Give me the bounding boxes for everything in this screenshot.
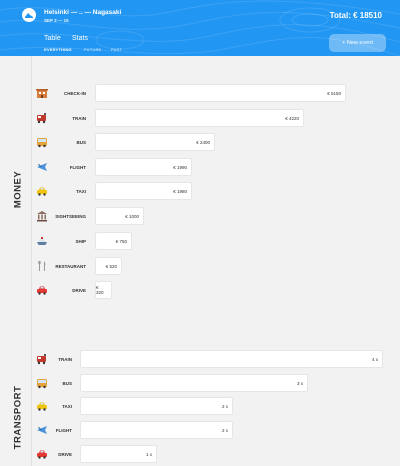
app-header: Helsinki — .. — Nagasaki SEP 3 — 15 Tota… bbox=[0, 0, 400, 56]
filter-everything[interactable]: EVERYTHING bbox=[44, 47, 72, 52]
bus-icon bbox=[37, 379, 47, 389]
money-bar-checkin: € 5150 bbox=[95, 84, 346, 102]
transport-row-train: TRAIN 4 x bbox=[0, 350, 400, 368]
car-icon bbox=[37, 450, 47, 459]
money-label: DRIVE bbox=[72, 288, 86, 293]
transport-label: DRIVE bbox=[58, 452, 72, 457]
money-label: TRAIN bbox=[72, 116, 86, 121]
transport-row-flight: FLIGHT 2 x bbox=[0, 421, 400, 439]
transport-bar-taxi: 2 x bbox=[80, 397, 233, 415]
money-label: SIGHTSEEING bbox=[55, 214, 86, 219]
money-row-checkin: CHECK-IN € 5150 bbox=[0, 84, 400, 102]
train-icon bbox=[37, 354, 46, 365]
money-label: CHECK-IN bbox=[64, 91, 86, 96]
trip-dates: SEP 3 — 15 bbox=[44, 18, 69, 23]
trip-logo-icon bbox=[25, 13, 33, 18]
money-bar-ship: € 750 bbox=[95, 232, 132, 250]
bus-icon bbox=[37, 138, 47, 148]
money-label: TAXI bbox=[76, 189, 86, 194]
money-label: RESTAURANT bbox=[55, 264, 86, 269]
money-row-restaurant: RESTAURANT € 520 bbox=[0, 257, 400, 275]
transport-section-label: TRANSPORT bbox=[12, 385, 24, 450]
transport-row-bus: BUS 3 x bbox=[0, 374, 400, 392]
tab-stats[interactable]: Stats bbox=[72, 35, 88, 42]
hotel-icon bbox=[36, 89, 48, 98]
transport-bar-bus: 3 x bbox=[80, 374, 308, 392]
money-bar-flight: € 1990 bbox=[95, 158, 192, 176]
transport-row-taxi: TAXI 2 x bbox=[0, 397, 400, 415]
money-label: FLIGHT bbox=[69, 165, 86, 170]
filter-future[interactable]: FUTURE bbox=[84, 47, 101, 52]
money-bar-train: € 4220 bbox=[95, 109, 304, 127]
money-row-bus: BUS € 2400 bbox=[0, 133, 400, 151]
transport-label: FLIGHT bbox=[55, 428, 72, 433]
app-logo[interactable] bbox=[22, 8, 36, 22]
tab-table[interactable]: Table bbox=[44, 35, 61, 42]
transport-label: TRAIN bbox=[58, 357, 72, 362]
money-row-drive: DRIVE € 320 bbox=[0, 281, 400, 299]
car-icon bbox=[37, 286, 47, 295]
money-bar-sightseeing: € 1000 bbox=[95, 207, 144, 225]
money-row-train: TRAIN € 4220 bbox=[0, 109, 400, 127]
money-row-ship: SHIP € 750 bbox=[0, 232, 400, 250]
money-bar-bus: € 2400 bbox=[95, 133, 215, 151]
transport-label: TAXI bbox=[62, 404, 72, 409]
ship-icon bbox=[37, 237, 47, 245]
money-label: SHIP bbox=[75, 239, 86, 244]
airplane-icon bbox=[37, 163, 47, 171]
taxi-icon bbox=[37, 402, 47, 411]
museum-icon bbox=[37, 211, 47, 222]
transport-bar-train: 4 x bbox=[80, 350, 383, 368]
taxi-icon bbox=[37, 187, 47, 196]
money-row-sightseeing: SIGHTSEEING € 1000 bbox=[0, 207, 400, 225]
transport-label: BUS bbox=[62, 381, 72, 386]
trip-total: Total: € 18510 bbox=[329, 11, 382, 20]
money-row-flight: FLIGHT € 1990 bbox=[0, 158, 400, 176]
fork-knife-icon bbox=[38, 261, 46, 271]
airplane-icon bbox=[37, 426, 47, 434]
filter-past[interactable]: PAST bbox=[111, 47, 122, 52]
trip-title[interactable]: Helsinki — .. — Nagasaki bbox=[44, 9, 121, 16]
new-event-button[interactable]: + New event bbox=[329, 34, 386, 52]
money-label: BUS bbox=[76, 140, 86, 145]
transport-bar-drive: 1 x bbox=[80, 445, 157, 463]
money-bar-restaurant: € 520 bbox=[95, 257, 122, 275]
money-row-taxi: TAXI € 1980 bbox=[0, 182, 400, 200]
money-bar-drive: € 320 bbox=[95, 281, 112, 299]
transport-row-drive: DRIVE 1 x bbox=[0, 445, 400, 463]
money-bar-taxi: € 1980 bbox=[95, 182, 192, 200]
train-icon bbox=[37, 113, 46, 124]
transport-bar-flight: 2 x bbox=[80, 421, 233, 439]
